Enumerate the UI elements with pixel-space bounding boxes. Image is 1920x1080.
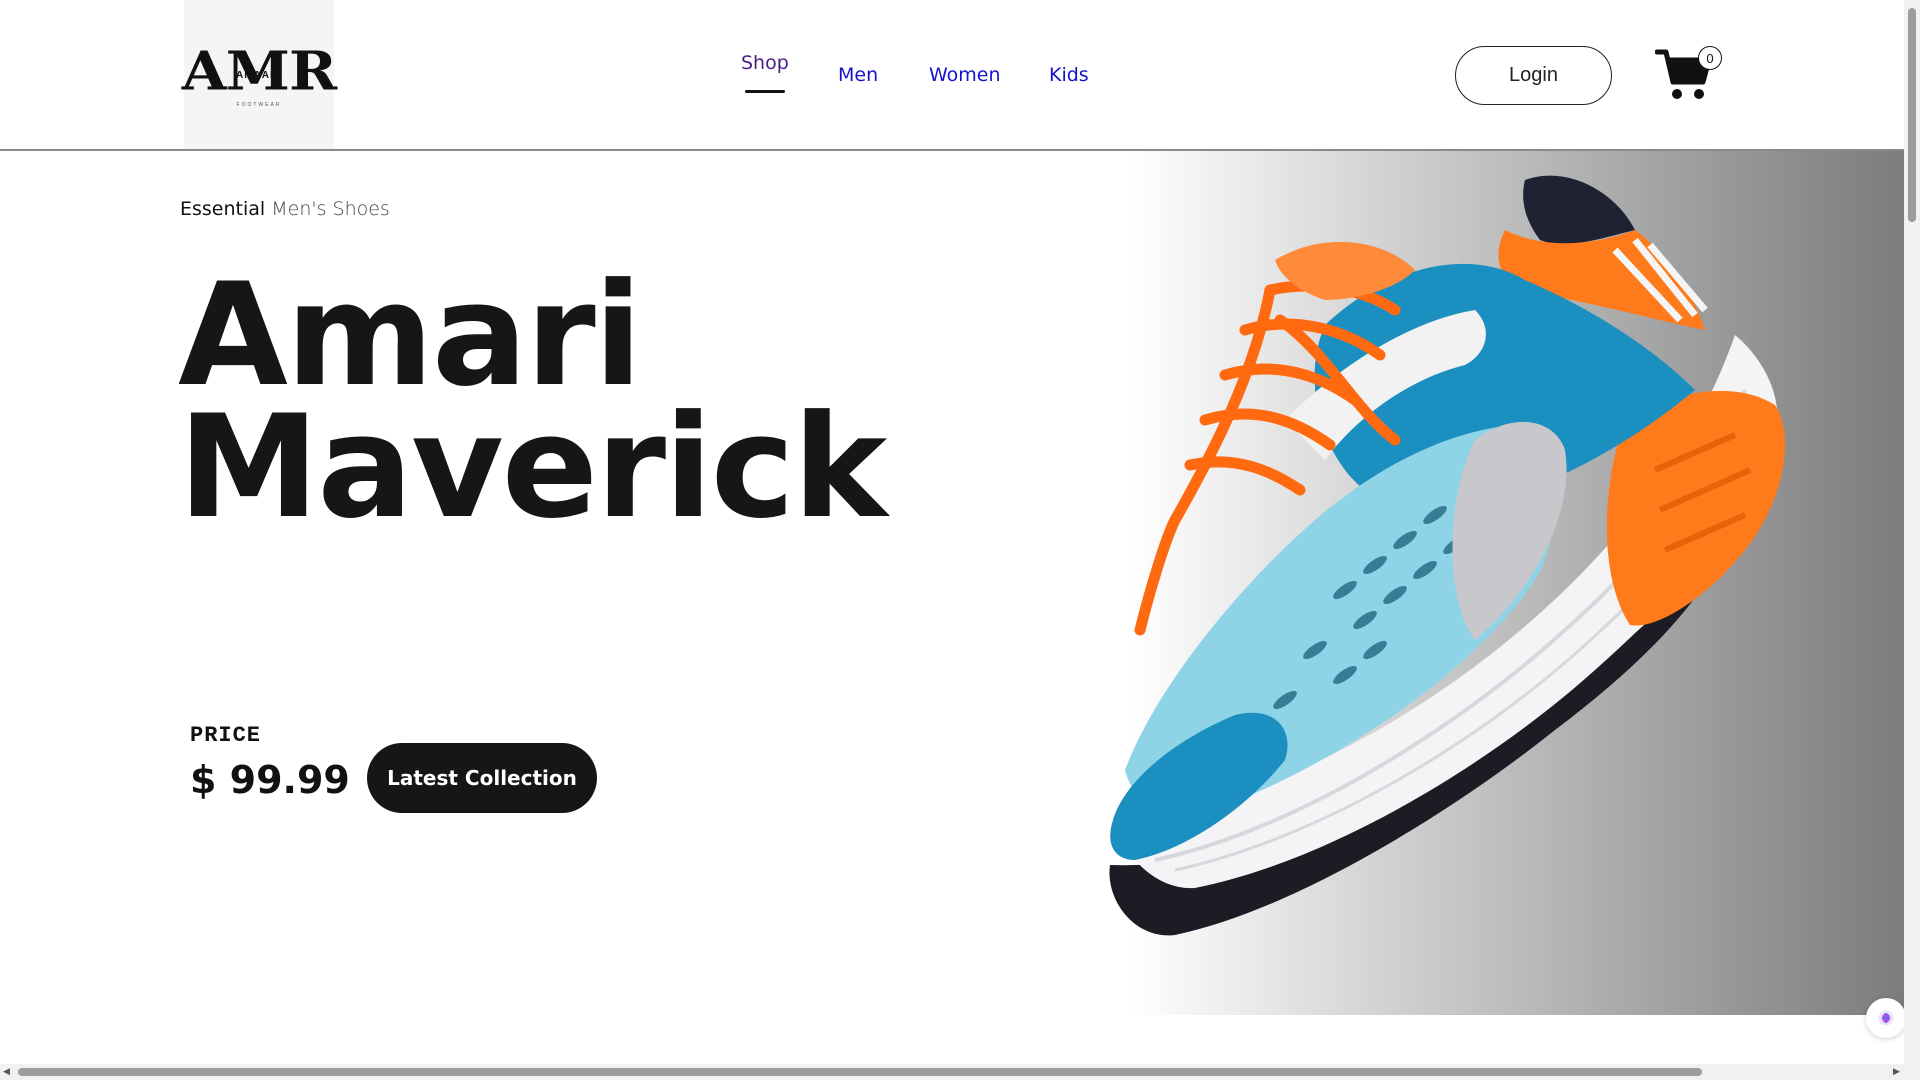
latest-collection-button[interactable]: Latest Collection bbox=[367, 743, 597, 813]
running-shoe-image bbox=[1109, 175, 1785, 936]
hero-eyebrow: Essential Men's Shoes bbox=[180, 198, 390, 220]
nav-shop[interactable]: Shop bbox=[741, 52, 789, 93]
nav-men[interactable]: Men bbox=[838, 64, 878, 86]
price-label: PRICE bbox=[190, 723, 262, 748]
nav-kids[interactable]: Kids bbox=[1049, 64, 1089, 86]
price-value: $ 99.99 bbox=[190, 758, 350, 802]
eyebrow-strong: Essential bbox=[180, 198, 266, 220]
hero-title: Amari Maverick bbox=[178, 253, 887, 550]
hero-title-line1: Amari bbox=[178, 253, 642, 418]
scroll-left-arrow-icon[interactable]: ◀ bbox=[3, 1067, 10, 1077]
cart-count-badge: 0 bbox=[1698, 46, 1722, 70]
assistant-widget[interactable] bbox=[1866, 998, 1906, 1038]
vertical-scrollbar-thumb[interactable] bbox=[1908, 8, 1916, 222]
nav-women[interactable]: Women bbox=[929, 64, 1001, 86]
eyebrow-light: Men's Shoes bbox=[271, 198, 390, 220]
logo-sub: AMAARI bbox=[236, 70, 282, 81]
logo-tagline: FOOTWEAR bbox=[236, 101, 282, 108]
scroll-right-arrow-icon[interactable]: ▶ bbox=[1893, 1067, 1900, 1077]
hero-title-line2: Maverick bbox=[178, 385, 887, 550]
vertical-scrollbar[interactable] bbox=[1904, 0, 1920, 1064]
horizontal-scrollbar-thumb[interactable] bbox=[18, 1068, 1702, 1076]
site-header: AMR AMAARI FOOTWEAR Shop Men Women Kids … bbox=[0, 0, 1904, 151]
assistant-icon bbox=[1878, 1010, 1894, 1026]
brand-logo[interactable]: AMR AMAARI FOOTWEAR bbox=[182, 0, 337, 149]
horizontal-scrollbar[interactable]: ◀ ▶ bbox=[0, 1064, 1920, 1080]
login-button[interactable]: Login bbox=[1455, 46, 1612, 105]
